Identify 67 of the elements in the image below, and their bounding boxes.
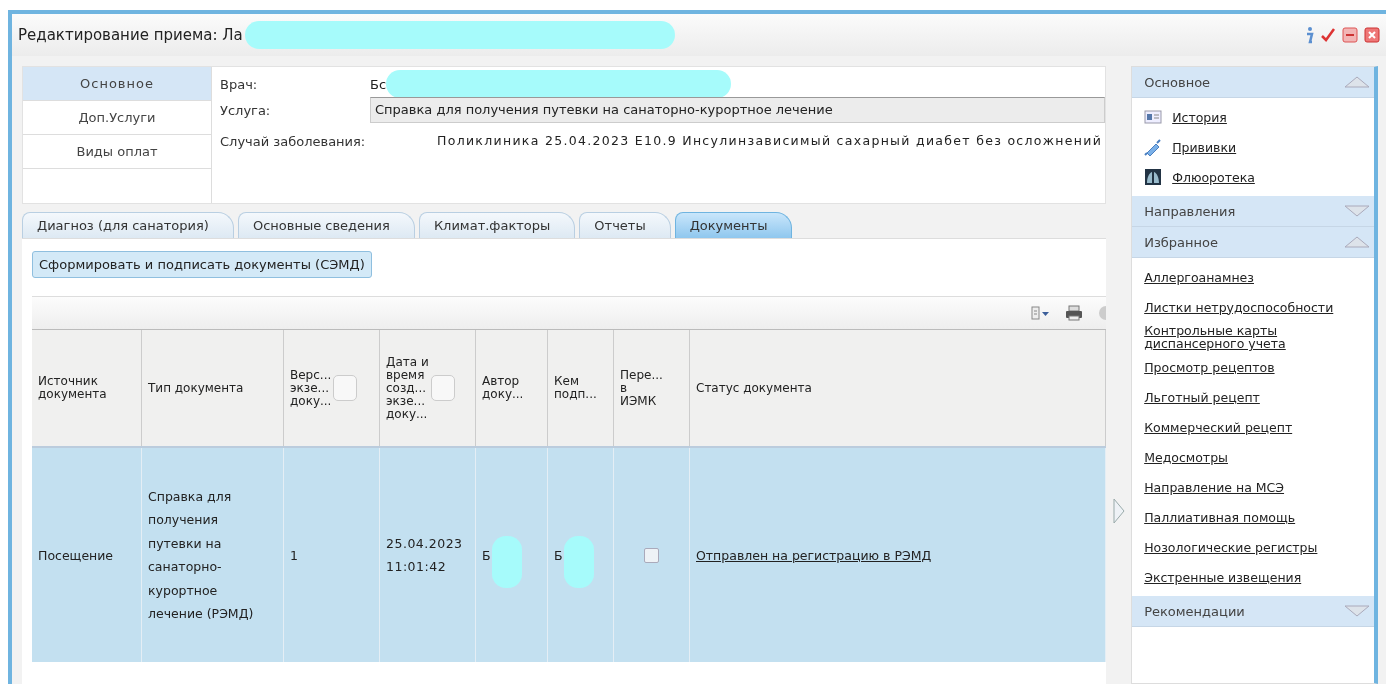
checkbox[interactable]: [644, 547, 659, 563]
sidebar-link[interactable]: Направление на МСЭ: [1144, 480, 1285, 494]
column-header[interactable]: Источник документа: [32, 330, 142, 446]
lungs-icon: [1144, 168, 1163, 186]
minimize-icon[interactable]: [1342, 27, 1358, 43]
info-icon[interactable]: [1304, 26, 1314, 44]
tab[interactable]: Документы: [674, 212, 793, 238]
column-header[interactable]: Кем подп...: [548, 330, 614, 446]
sidebar-link[interactable]: История: [1172, 110, 1227, 124]
tab[interactable]: Основные сведения: [237, 212, 415, 238]
tab[interactable]: Отчеты: [579, 212, 671, 238]
column-header[interactable]: Автор доку...: [476, 330, 548, 446]
sidebar-link[interactable]: Нозологические регистры: [1144, 540, 1318, 554]
sidebar-link[interactable]: Просмотр рецептов: [1144, 360, 1275, 374]
sidebar-link[interactable]: Аллергоанамнез: [1144, 270, 1254, 284]
tab[interactable]: Климат.факторы: [418, 212, 576, 238]
filter-toggle[interactable]: [333, 375, 358, 401]
close-icon[interactable]: [1364, 27, 1380, 43]
redaction-mark: [564, 536, 594, 588]
sidebar-link[interactable]: Листки нетрудоспособности: [1144, 300, 1334, 314]
collapse-icon[interactable]: [1344, 76, 1370, 88]
section-header[interactable]: Избранное: [1132, 227, 1374, 258]
field-label: Случай заболевания:: [220, 133, 367, 149]
sidebar-link[interactable]: Льготный рецепт: [1144, 390, 1260, 404]
tab[interactable]: Диагноз (для санатория): [22, 212, 234, 238]
column-header[interactable]: Пере... в ИЭМК: [614, 330, 690, 446]
expand-icon[interactable]: [1344, 205, 1370, 217]
table-cell: Б: [554, 547, 563, 563]
expand-icon[interactable]: [1344, 605, 1370, 617]
field-label: Врач:: [220, 76, 259, 92]
case-value: Поликлиника 25.04.2023 E10.9 Инсулинзависимый сахарный диабет без осложнений: [437, 132, 1104, 150]
sidebar-link[interactable]: Паллиативная помощь: [1144, 510, 1296, 524]
section-header[interactable]: Рекомендации: [1132, 596, 1374, 627]
sidebar-link[interactable]: Прививки: [1172, 140, 1237, 154]
status-link[interactable]: Отправлен на регистрацию в РЭМД: [696, 547, 932, 563]
expand-arrow-icon[interactable]: [1112, 498, 1125, 524]
column-header[interactable]: Тип документа: [142, 330, 284, 446]
collapse-icon[interactable]: [1344, 236, 1370, 248]
column-header[interactable]: Статус документа: [690, 330, 1107, 446]
card-icon: [1144, 110, 1163, 124]
table-cell: 1: [290, 547, 298, 563]
table-cell: Посещение: [38, 547, 114, 563]
window-title: Редактирование приема: Ла: [18, 26, 243, 44]
table-cell: Б: [482, 547, 491, 563]
check-icon[interactable]: [1320, 27, 1336, 43]
print-icon[interactable]: [1065, 305, 1084, 321]
nav-tab[interactable]: Основное: [23, 67, 211, 101]
sidebar-link[interactable]: Коммерческий рецепт: [1144, 420, 1293, 434]
table-cell-text: 25.04.2023 11:01:42: [386, 534, 464, 576]
sidebar-link[interactable]: Контрольные карты диспансерного учета: [1144, 324, 1368, 350]
section-header[interactable]: Основное: [1132, 67, 1374, 98]
sidebar-link[interactable]: Флюоротека: [1172, 170, 1255, 184]
column-header[interactable]: Верс... экзе... доку...: [284, 330, 380, 446]
section-header[interactable]: Направления: [1132, 196, 1374, 227]
columns-menu-icon[interactable]: [1031, 306, 1052, 320]
table-row[interactable]: Посещение Справка для получения путевки на санаторно-курортное лечение (РЭМД) 1 25.04.2023 11:01:42 Б Б Отправлен на регистрацию в РЭМД: [32, 448, 1107, 662]
doctor-name: Бс: [370, 76, 387, 92]
syringe-icon: [1144, 138, 1163, 156]
sidebar-link[interactable]: Медосмотры: [1144, 450, 1228, 464]
sign-documents-button[interactable]: Сформировать и подписать документы (СЭМД): [32, 251, 372, 278]
table-cell-text: Справка для получения путевки на санаторно-курортное лечение (РЭМД): [148, 487, 255, 623]
redaction-mark: [492, 536, 522, 588]
filter-toggle[interactable]: [430, 375, 455, 401]
column-header[interactable]: Дата и время созд... экзе... доку...: [380, 330, 476, 446]
sidebar-link[interactable]: Экстренные извещения: [1144, 570, 1302, 584]
field-label: Услуга:: [220, 102, 272, 118]
service-field[interactable]: Справка для получения путевки на санаторно-курортное лечение: [370, 97, 1106, 123]
